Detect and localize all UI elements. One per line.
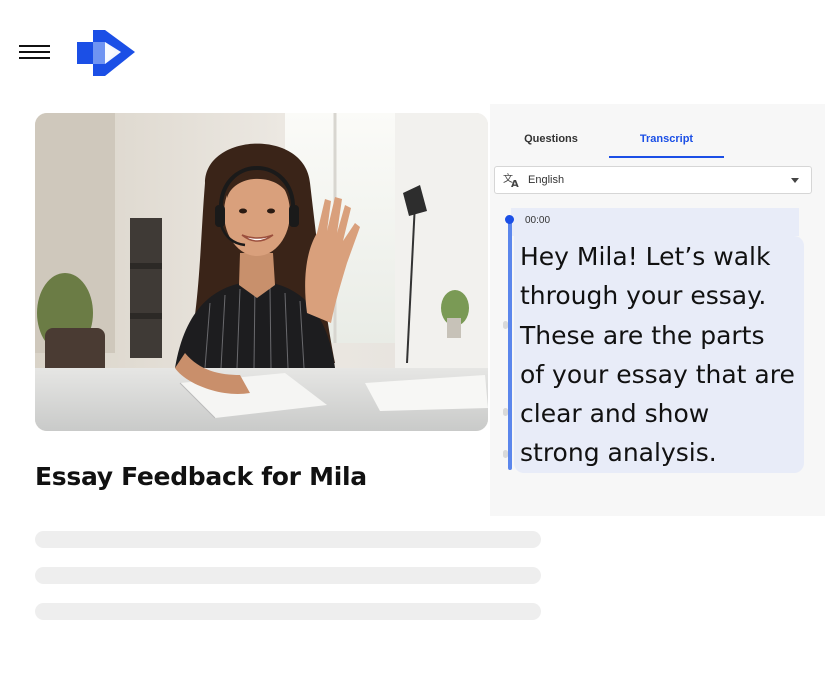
language-label: English	[528, 174, 565, 186]
transcript-line: clear and show	[520, 399, 710, 429]
transcript-line: Hey Mila! Let’s walk	[520, 242, 771, 271]
transcript-line: through your essay.	[520, 281, 767, 311]
active-tab-indicator	[609, 156, 724, 158]
svg-text:A: A	[511, 179, 519, 188]
transcript-timestamp[interactable]: 00:00	[525, 215, 550, 226]
language-select[interactable]: 文 A English	[494, 166, 812, 194]
tab-questions[interactable]: Questions	[508, 133, 594, 145]
menu-bar	[19, 51, 50, 53]
transcript-line: of your essay that are	[520, 359, 795, 389]
text-placeholder-bar	[35, 603, 541, 620]
tab-transcript[interactable]: Transcript	[609, 133, 724, 145]
timeline-current-dot	[505, 215, 514, 224]
transcript-line: strong analysis.	[520, 438, 717, 468]
page-title: Essay Feedback for Mila	[35, 462, 367, 491]
menu-bar	[19, 57, 50, 59]
play-logo-icon[interactable]	[77, 30, 137, 78]
transcript-entry-header-bg	[511, 208, 799, 236]
transcript-panel: Questions Transcript 文 A English 00:00 H…	[490, 104, 825, 516]
caret-down-icon	[791, 178, 799, 183]
video-frame-image	[35, 113, 488, 431]
translate-icon: 文 A	[503, 172, 519, 188]
transcript-entry-text: Hey Mila! Let’s walk through your essay.…	[520, 237, 820, 473]
text-placeholder-bar	[35, 531, 541, 548]
text-placeholder-bar	[35, 567, 541, 584]
video-thumbnail[interactable]	[35, 113, 488, 431]
timeline-progress-line	[508, 220, 512, 470]
hamburger-menu-icon[interactable]	[19, 44, 50, 60]
menu-bar	[19, 45, 50, 47]
transcript-line: These are the parts	[520, 320, 765, 350]
